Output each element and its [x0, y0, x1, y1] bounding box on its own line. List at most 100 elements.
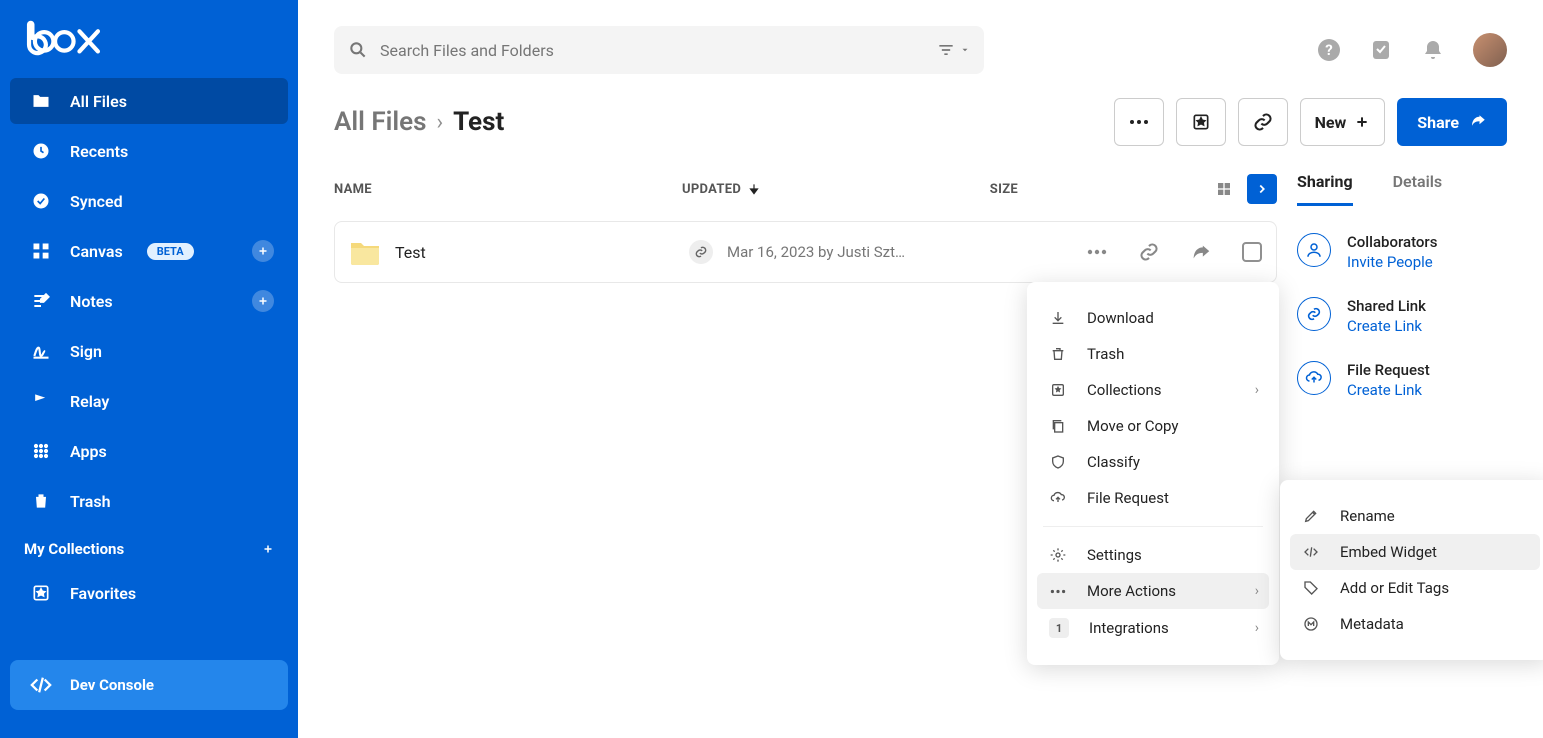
bell-icon[interactable] — [1421, 38, 1445, 62]
check-circle-icon — [30, 190, 52, 212]
apps-icon — [30, 440, 52, 462]
sidebar-item-synced[interactable]: Synced — [10, 178, 288, 224]
search-box[interactable] — [334, 26, 984, 74]
folder-icon — [30, 90, 52, 112]
sign-icon — [30, 340, 52, 362]
link-chip-icon[interactable] — [689, 240, 713, 264]
relay-icon — [30, 390, 52, 412]
sidebar-item-favorites[interactable]: Favorites — [10, 570, 288, 616]
menu-add-edit-tags[interactable]: Add or Edit Tags — [1290, 570, 1540, 606]
tab-sharing[interactable]: Sharing — [1297, 164, 1353, 206]
more-icon[interactable] — [1086, 241, 1108, 263]
menu-move-copy[interactable]: Move or Copy — [1037, 408, 1269, 444]
menu-embed-widget[interactable]: Embed Widget — [1290, 534, 1540, 570]
filter-icon[interactable] — [936, 40, 970, 60]
breadcrumb-row: All Files › Test New Share — [298, 88, 1543, 164]
file-row[interactable]: Test Mar 16, 2023 by Justi Szt… — [334, 221, 1277, 283]
sidebar-item-sign[interactable]: Sign — [10, 328, 288, 374]
sidebar-item-label: Sign — [70, 342, 102, 361]
invite-people-link[interactable]: Invite People — [1347, 253, 1437, 271]
tab-details[interactable]: Details — [1393, 164, 1443, 206]
sort-desc-icon — [747, 182, 761, 196]
pencil-icon — [1302, 507, 1320, 525]
link-icon[interactable] — [1138, 241, 1160, 263]
col-name[interactable]: NAME — [334, 182, 682, 197]
metadata-icon — [1302, 615, 1320, 633]
sidebar-item-all-files[interactable]: All Files — [10, 78, 288, 124]
chevron-right-icon: › — [437, 110, 444, 135]
collections-icon — [1049, 381, 1067, 399]
right-panel-tabs: Sharing Details — [1297, 164, 1527, 207]
trash-icon — [30, 490, 52, 512]
clock-icon — [30, 140, 52, 162]
sidebar-item-label: Apps — [70, 442, 107, 461]
create-link-action-2[interactable]: Create Link — [1347, 381, 1430, 399]
sidebar-item-trash[interactable]: Trash — [10, 478, 288, 524]
create-link-action[interactable]: Create Link — [1347, 317, 1426, 335]
file-name[interactable]: Test — [395, 243, 675, 262]
shared-link-label: Shared Link — [1347, 297, 1426, 315]
main-content: ? All Files › Test New Share NAME UPDATE… — [298, 0, 1543, 738]
box-logo[interactable] — [0, 12, 298, 76]
sidebar-item-label: All Files — [70, 92, 127, 111]
sidebar-item-recents[interactable]: Recents — [10, 128, 288, 174]
menu-integrations[interactable]: 1 Integrations › — [1037, 609, 1269, 647]
breadcrumb-current: Test — [453, 107, 504, 137]
notes-icon — [30, 290, 52, 312]
share-arrow-icon[interactable] — [1190, 241, 1212, 263]
more-options-button[interactable] — [1114, 98, 1164, 146]
more-actions-submenu: Rename Embed Widget Add or Edit Tags Met… — [1280, 480, 1543, 660]
share-button[interactable]: Share — [1397, 98, 1507, 146]
topbar-right: ? — [1317, 33, 1507, 67]
canvas-icon — [30, 240, 52, 262]
panel-toggle-button[interactable] — [1247, 174, 1277, 204]
table-header: NAME UPDATED SIZE — [334, 164, 1277, 217]
dev-console-button[interactable]: Dev Console — [10, 660, 288, 710]
grid-view-button[interactable] — [1209, 174, 1239, 204]
sidebar-item-label: Recents — [70, 142, 128, 161]
chevron-right-icon: › — [1255, 620, 1259, 636]
search-input[interactable] — [380, 41, 924, 60]
link-button[interactable] — [1238, 98, 1288, 146]
avatar[interactable] — [1473, 33, 1507, 67]
sidebar-item-canvas[interactable]: Canvas BETA — [10, 228, 288, 274]
menu-more-actions[interactable]: More Actions › — [1037, 573, 1269, 609]
new-button[interactable]: New — [1300, 98, 1386, 146]
sidebar-item-notes[interactable]: Notes — [10, 278, 288, 324]
add-collection-icon[interactable] — [262, 543, 274, 555]
download-icon — [1049, 309, 1067, 327]
sidebar-item-relay[interactable]: Relay — [10, 378, 288, 424]
code-icon — [1302, 543, 1320, 561]
cloud-upload-icon — [1297, 361, 1331, 395]
menu-collections[interactable]: Collections › — [1037, 372, 1269, 408]
col-updated[interactable]: UPDATED — [682, 182, 938, 197]
menu-file-request[interactable]: File Request — [1037, 480, 1269, 516]
sidebar-item-label: Synced — [70, 192, 123, 211]
menu-metadata[interactable]: Metadata — [1290, 606, 1540, 642]
chevron-right-icon: › — [1255, 382, 1259, 398]
sidebar-item-apps[interactable]: Apps — [10, 428, 288, 474]
menu-download[interactable]: Download — [1037, 300, 1269, 336]
content-row: NAME UPDATED SIZE Test Mar 16, 2023 by J… — [298, 164, 1543, 399]
tasks-icon[interactable] — [1369, 38, 1393, 62]
sidebar-item-label: Trash — [70, 492, 111, 511]
col-size[interactable]: SIZE — [938, 182, 1018, 197]
file-request-label: File Request — [1347, 361, 1430, 379]
link-icon — [1297, 297, 1331, 331]
add-icon[interactable] — [252, 240, 274, 262]
sidebar-item-label: Favorites — [70, 584, 136, 603]
add-icon[interactable] — [252, 290, 274, 312]
help-icon[interactable]: ? — [1317, 38, 1341, 62]
shield-icon — [1049, 453, 1067, 471]
integrations-count-badge: 1 — [1049, 618, 1069, 638]
menu-rename[interactable]: Rename — [1290, 498, 1540, 534]
breadcrumb-root[interactable]: All Files — [334, 107, 427, 137]
row-checkbox[interactable] — [1242, 242, 1262, 262]
collaborators-label: Collaborators — [1347, 233, 1437, 251]
menu-trash[interactable]: Trash — [1037, 336, 1269, 372]
gear-icon — [1049, 546, 1067, 564]
menu-settings[interactable]: Settings — [1037, 537, 1269, 573]
collections-button[interactable] — [1176, 98, 1226, 146]
menu-classify[interactable]: Classify — [1037, 444, 1269, 480]
chevron-right-icon: › — [1255, 583, 1259, 599]
